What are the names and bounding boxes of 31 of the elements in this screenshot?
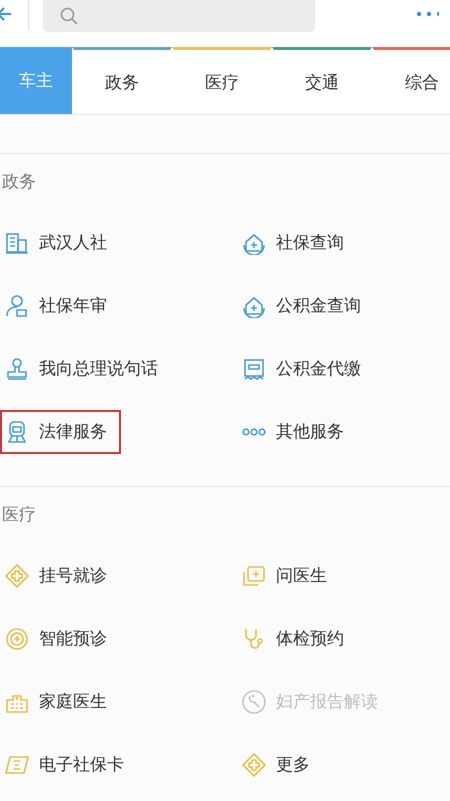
service-item[interactable]: 社保年审: [0, 284, 121, 328]
more-icon: [242, 428, 266, 436]
service-item[interactable]: 体检预约: [237, 616, 358, 660]
service-item[interactable]: 公积金查询: [237, 284, 375, 328]
search-icon: [59, 6, 79, 26]
stamp-icon: [5, 356, 29, 380]
service-item[interactable]: 我向总理说句话: [0, 346, 172, 390]
service-item[interactable]: 智能预诊: [0, 616, 121, 660]
service-item[interactable]: 社保查询: [237, 220, 358, 264]
service-item[interactable]: 家庭医生: [0, 680, 121, 724]
plus-diamond-icon: [5, 564, 29, 588]
more-menu-icon[interactable]: [415, 10, 439, 18]
section-title: 政务: [1, 171, 37, 194]
service-item[interactable]: 电子社保卡: [0, 742, 138, 786]
plus-diamond-icon: [242, 752, 266, 776]
back-icon[interactable]: [0, 6, 12, 22]
chat-plus-icon: [242, 564, 266, 588]
wrench-icon: [242, 690, 266, 714]
service-item[interactable]: 挂号就诊: [0, 554, 121, 598]
receipt-icon: [242, 356, 266, 380]
service-item[interactable]: 问医生: [237, 554, 341, 598]
search-field[interactable]: [43, 0, 315, 32]
service-item[interactable]: 公积金代缴: [237, 346, 375, 390]
service-item[interactable]: 其他服务: [237, 410, 358, 454]
service-item[interactable]: 更多: [237, 742, 324, 786]
service-item[interactable]: 武汉人社: [0, 220, 121, 264]
service-item[interactable]: 法律服务: [0, 410, 121, 454]
person-icon: [5, 294, 29, 318]
building-icon: [5, 230, 29, 254]
section-title: 医疗: [1, 504, 37, 527]
plus-circle-icon: [5, 626, 29, 650]
